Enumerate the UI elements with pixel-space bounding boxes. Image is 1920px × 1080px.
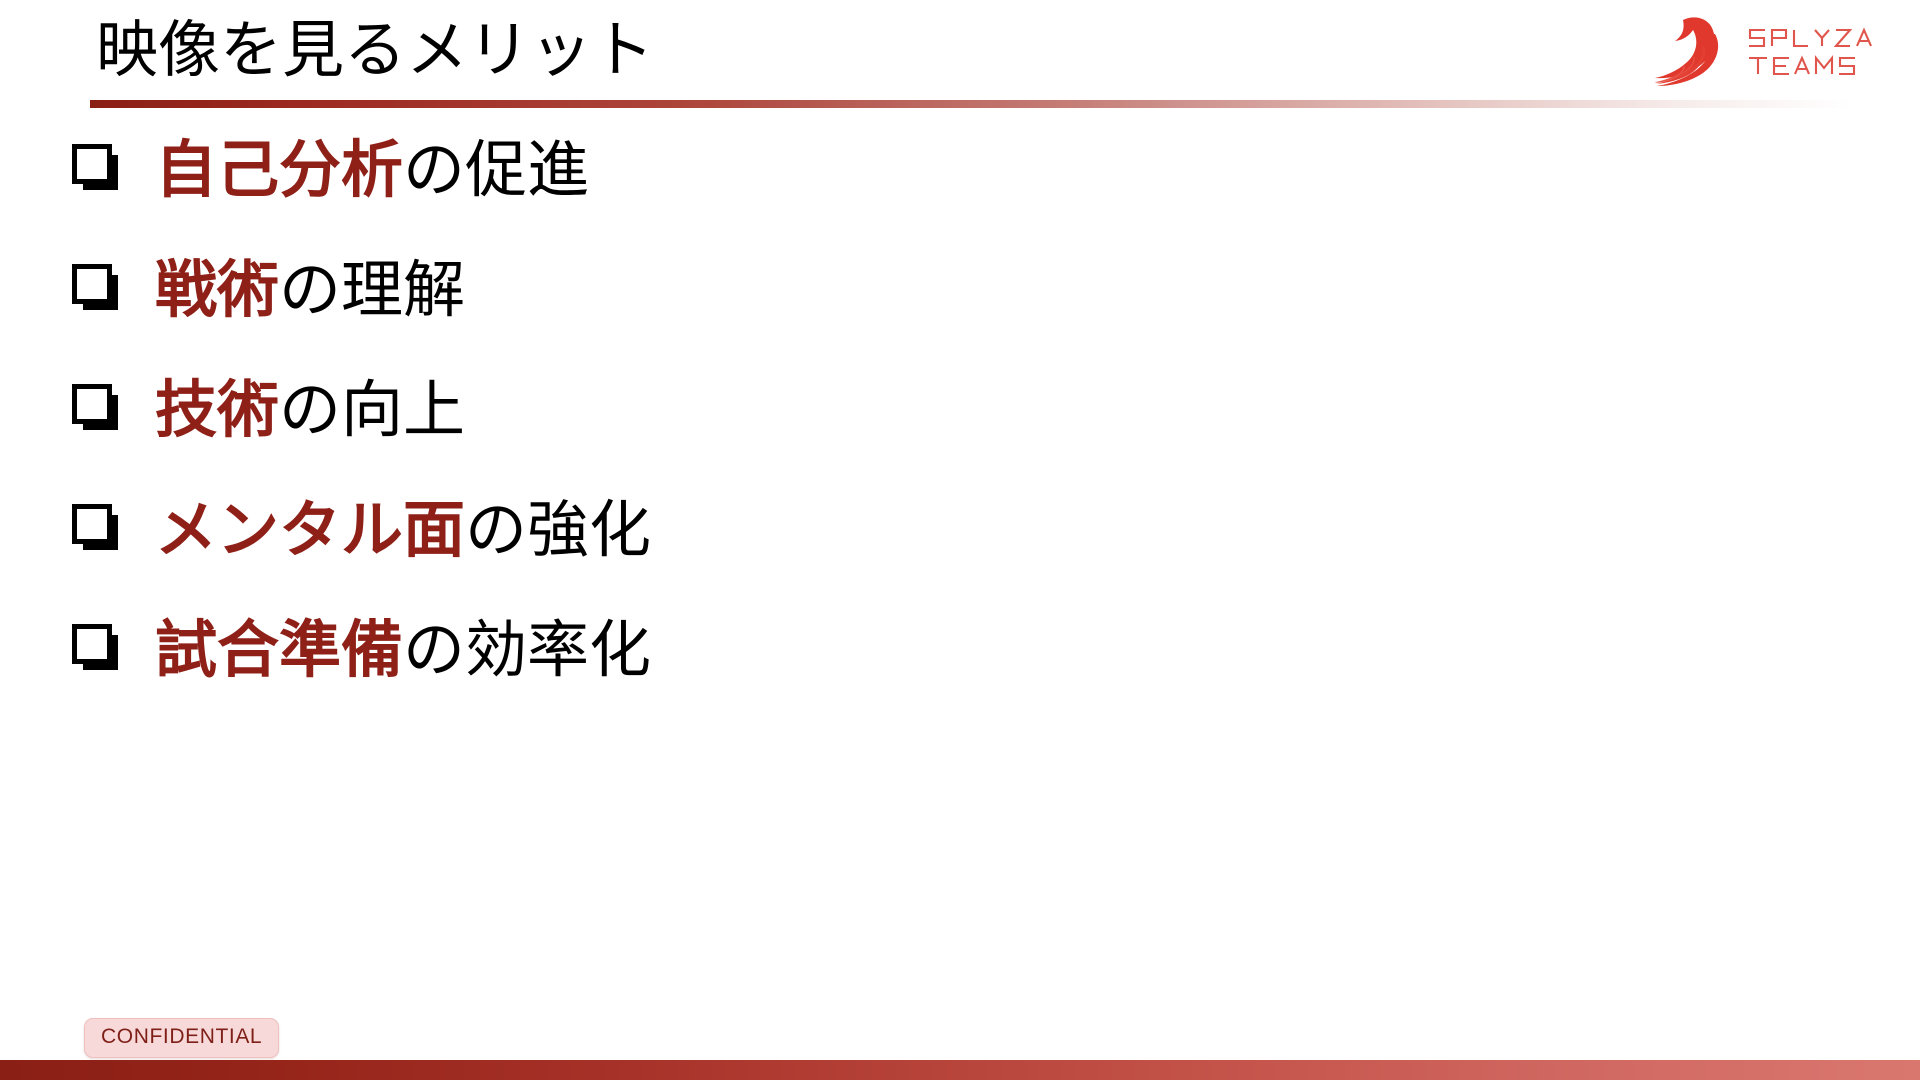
splyza-teams-logo — [1653, 14, 1888, 92]
list-item-plain: の効率化 — [403, 616, 652, 685]
phoenix-mark-icon — [1653, 16, 1745, 90]
list-item: 戦術の理解 — [0, 252, 1920, 372]
list-item-text: 自己分析の促進 — [155, 124, 589, 218]
list-item-plain: の理解 — [279, 256, 466, 325]
slide-header: 映像を見るメリット — [0, 0, 1920, 112]
list-item-plain: の向上 — [279, 376, 466, 445]
list-item-text: 戦術の理解 — [155, 244, 465, 338]
confidential-badge: CONFIDENTIAL — [84, 1018, 280, 1058]
list-item-text: 技術の向上 — [155, 364, 465, 458]
list-item: 試合準備の効率化 — [0, 612, 1920, 732]
list-item-text: 試合準備の効率化 — [155, 604, 651, 698]
list-item-plain: の促進 — [403, 136, 590, 205]
list-item: 自己分析の促進 — [0, 132, 1920, 252]
list-item-text: メンタル面の強化 — [155, 484, 651, 578]
page-title: 映像を見るメリット — [96, 16, 655, 85]
list-item-accent: 戦術 — [155, 256, 280, 325]
list-item-accent: 技術 — [155, 376, 280, 445]
list-item-plain: の強化 — [465, 496, 652, 565]
bullet-list: 自己分析の促進 戦術の理解 技術の向上 メンタル面の強化 試合準備の効率化 — [0, 132, 1920, 732]
list-item-accent: 自己分析 — [155, 136, 404, 205]
title-underline-rule — [90, 100, 1852, 108]
shadowed-square-bullet-icon — [72, 144, 120, 192]
shadowed-square-bullet-icon — [72, 384, 120, 432]
list-item-accent: 試合準備 — [155, 616, 404, 685]
list-item: メンタル面の強化 — [0, 492, 1920, 612]
shadowed-square-bullet-icon — [72, 264, 120, 312]
shadowed-square-bullet-icon — [72, 624, 120, 672]
footer-accent-bar — [0, 1060, 1920, 1080]
logo-wordmark — [1745, 24, 1890, 82]
slide: 映像を見るメリット 自己分析の促進 戦術の理解 技術の向上 メンタル面の強化 試… — [0, 0, 1920, 1080]
shadowed-square-bullet-icon — [72, 504, 120, 552]
list-item: 技術の向上 — [0, 372, 1920, 492]
list-item-accent: メンタル面 — [155, 496, 466, 565]
